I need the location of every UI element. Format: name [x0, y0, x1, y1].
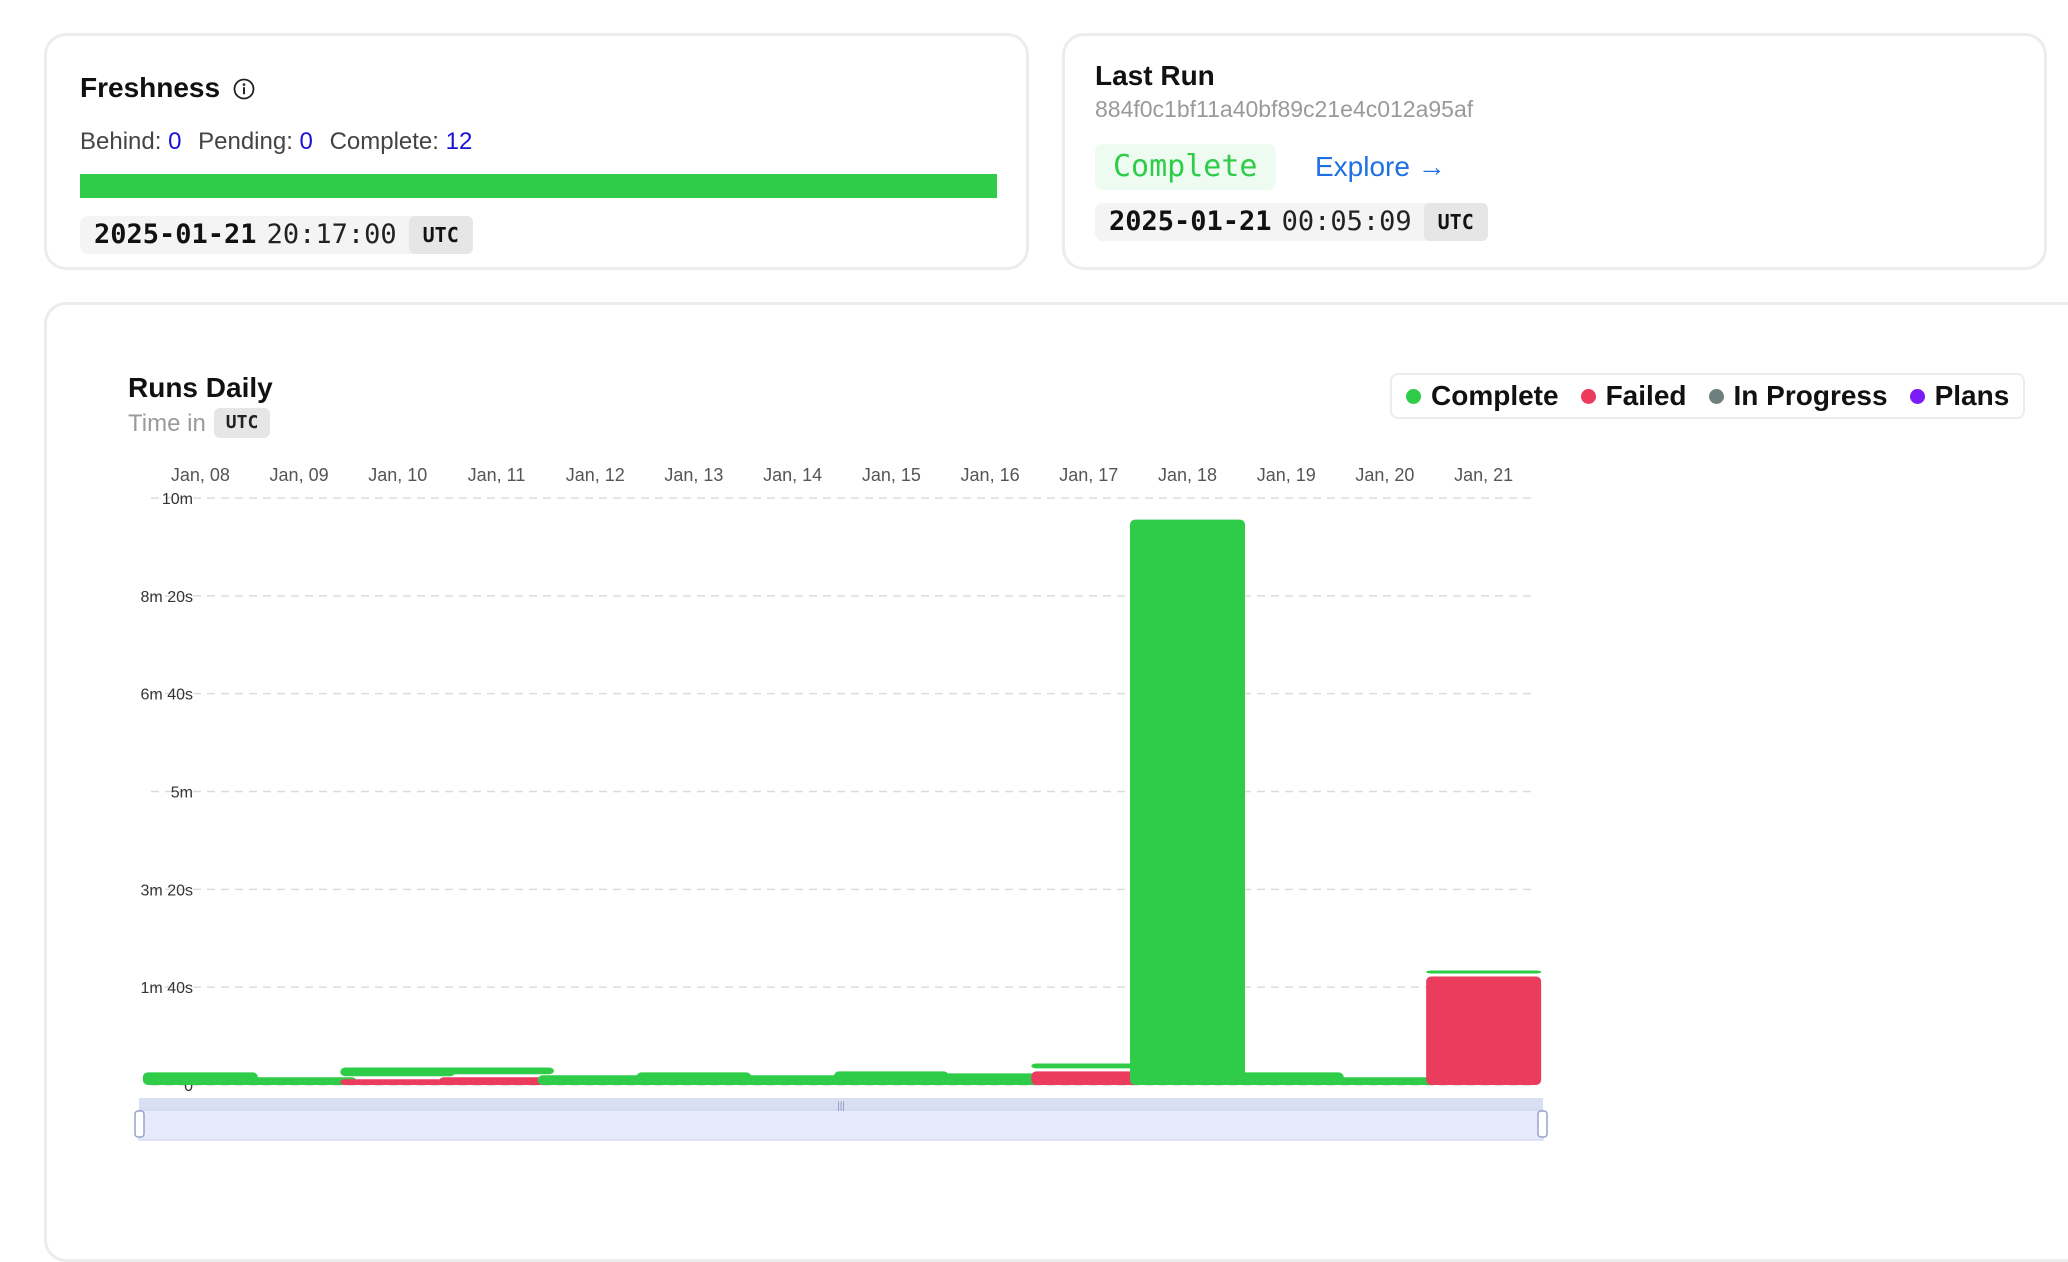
freshness-timezone-badge: UTC: [408, 216, 473, 254]
zoom-handle-right[interactable]: [1537, 1110, 1548, 1138]
bar-failed[interactable]: [1426, 976, 1542, 1085]
bar-complete[interactable]: [1130, 519, 1245, 1085]
y-tick-label: 8m 20s: [141, 589, 193, 606]
x-tick-label: Jan, 17: [1059, 465, 1118, 485]
bar-failed[interactable]: [439, 1077, 554, 1085]
x-tick-label: Jan, 12: [566, 465, 625, 485]
x-tick-label: Jan, 13: [664, 465, 723, 485]
y-tick-label: 10m: [162, 491, 193, 508]
bar-complete[interactable]: [537, 1075, 653, 1085]
zoom-grip-icon[interactable]: |||: [837, 1101, 845, 1112]
x-tick-label: Jan, 08: [171, 465, 230, 485]
last-run-timezone-badge: UTC: [1423, 203, 1488, 241]
freshness-date: 2025-01-21: [94, 219, 257, 250]
bar-complete[interactable]: [241, 1077, 357, 1085]
run-id: 884f0c1bf11a40bf89c21e4c012a95af: [1095, 96, 1474, 122]
bar-complete[interactable]: [1228, 1072, 1344, 1085]
y-tick-label: 3m 20s: [141, 882, 193, 899]
zoom-scrollbar[interactable]: |||: [134, 1098, 1548, 1141]
complete-label: Complete:: [329, 128, 439, 155]
bar-failed[interactable]: [340, 1079, 456, 1085]
bar-complete[interactable]: [340, 1067, 456, 1077]
last-run-title: Last Run: [1095, 60, 1215, 91]
y-axis-ticks: 01m 40s3m 20s5m6m 40s8m 20s10m: [141, 491, 194, 1095]
status-badge: Complete: [1095, 144, 1276, 190]
zoom-range[interactable]: [138, 1109, 1544, 1141]
freshness-title: Freshness: [80, 72, 221, 103]
x-tick-label: Jan, 18: [1158, 465, 1217, 485]
complete-value: 12: [445, 128, 473, 155]
x-tick-label: Jan, 19: [1257, 465, 1316, 485]
behind-value: 0: [168, 128, 182, 155]
bar-complete[interactable]: [833, 1071, 949, 1085]
freshness-counts: Behind: 0 Pending: 0 Complete: 12: [80, 128, 472, 156]
x-tick-label: Jan, 11: [468, 465, 526, 485]
y-tick-label: 6m 40s: [141, 687, 193, 704]
runs-daily-card: Runs Daily Time in UTC Complete Failed In…: [44, 302, 2068, 1262]
grid-lines: [151, 497, 1533, 1086]
freshness-timestamp: 2025-01-21 20:17:00 UTC: [80, 216, 473, 254]
x-axis-ticks: Jan, 08 Jan, 09 Jan, 10 Jan, 11 Jan, 12 Jan, …: [171, 465, 1513, 485]
y-tick-label: 1m 40s: [141, 980, 193, 997]
bar-complete[interactable]: [1327, 1077, 1443, 1085]
bar-complete[interactable]: [1426, 970, 1542, 974]
x-tick-label: Jan, 15: [862, 465, 921, 485]
freshness-progress-fill: [80, 174, 997, 198]
bar-complete[interactable]: [735, 1075, 851, 1085]
y-tick-label: 5m: [171, 785, 193, 802]
x-tick-label: Jan, 10: [368, 465, 427, 485]
last-run-timestamp: 2025-01-21 00:05:09 UTC: [1095, 203, 1488, 241]
freshness-progress-bar: [80, 174, 997, 198]
x-tick-label: Jan, 09: [270, 465, 329, 485]
freshness-time: 20:17:00: [266, 219, 397, 250]
pending-label: Pending:: [198, 128, 293, 155]
bar-complete[interactable]: [932, 1073, 1048, 1085]
bar-failed[interactable]: [1031, 1071, 1147, 1085]
bar-complete[interactable]: [1031, 1063, 1147, 1069]
info-icon[interactable]: [233, 78, 255, 100]
zoom-handle-left[interactable]: [134, 1110, 145, 1138]
bars: [142, 519, 1542, 1085]
freshness-card: Freshness Behind: 0 Pending: 0 Complete:…: [44, 33, 1029, 270]
last-run-date: 2025-01-21: [1109, 206, 1272, 237]
explore-link[interactable]: Explore →: [1315, 146, 1446, 188]
x-tick-label: Jan, 16: [961, 465, 1020, 485]
bar-complete[interactable]: [636, 1072, 752, 1085]
bar-complete[interactable]: [439, 1067, 554, 1075]
x-tick-label: Jan, 21: [1454, 465, 1513, 485]
pending-value: 0: [299, 128, 313, 155]
bar-complete[interactable]: [142, 1072, 258, 1085]
behind-label: Behind:: [80, 128, 162, 155]
x-tick-label: Jan, 14: [763, 465, 822, 485]
x-tick-label: Jan, 20: [1355, 465, 1414, 485]
last-run-time: 00:05:09: [1281, 206, 1412, 237]
last-run-card: Last Run 884f0c1bf11a40bf89c21e4c012a95a…: [1062, 33, 2047, 270]
runs-daily-chart: 01m 40s3m 20s5m6m 40s8m 20s10m Jan, 08 Ja…: [134, 465, 1548, 1141]
